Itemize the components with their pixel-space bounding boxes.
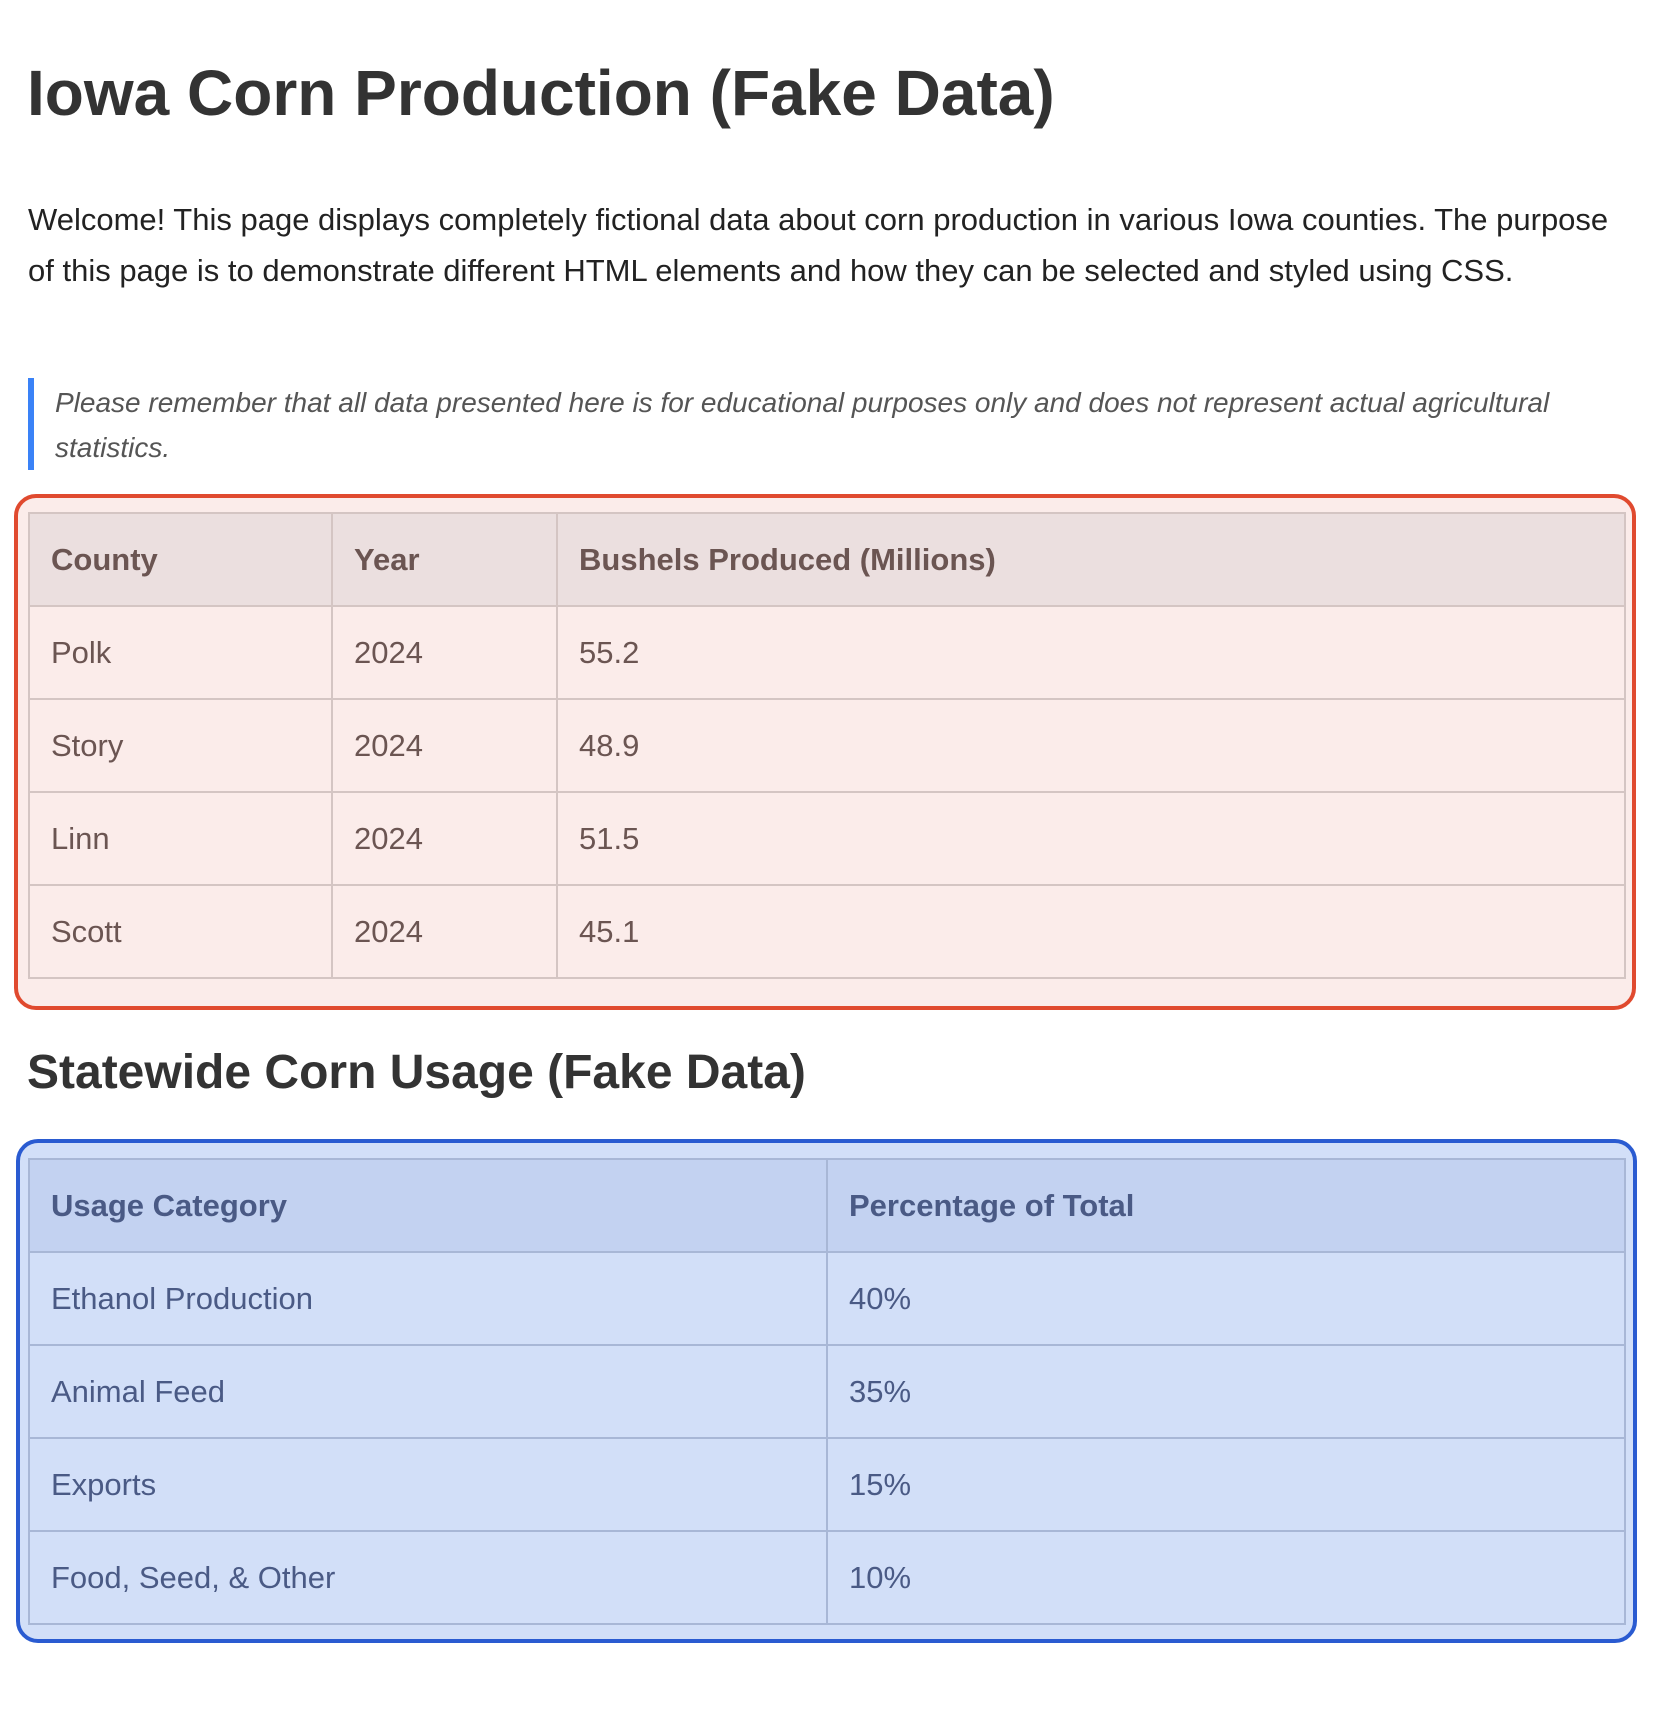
cell-year: 2024	[331, 605, 558, 700]
table-row: Animal Feed 35%	[28, 1344, 1626, 1439]
cell-bushels: 48.9	[556, 698, 1626, 793]
usage-table-container: Usage Category Percentage of Total Ethan…	[16, 1139, 1637, 1643]
table-row: Scott 2024 45.1	[28, 884, 1626, 979]
cell-county: Linn	[28, 791, 333, 886]
cell-percentage: 10%	[826, 1530, 1626, 1625]
usage-table: Usage Category Percentage of Total Ethan…	[28, 1158, 1626, 1625]
table-row: Ethanol Production 40%	[28, 1251, 1626, 1346]
column-header-usage-category: Usage Category	[28, 1158, 828, 1253]
column-header-year: Year	[331, 512, 558, 607]
column-header-percentage: Percentage of Total	[826, 1158, 1626, 1253]
column-header-county: County	[28, 512, 333, 607]
cell-percentage: 15%	[826, 1437, 1626, 1532]
cell-bushels: 55.2	[556, 605, 1626, 700]
production-table-container: County Year Bushels Produced (Millions) …	[14, 494, 1636, 1010]
intro-paragraph: Welcome! This page displays completely f…	[28, 202, 1609, 288]
cell-year: 2024	[331, 791, 558, 886]
cell-usage-category: Food, Seed, & Other	[28, 1530, 828, 1625]
table-header-row: County Year Bushels Produced (Millions)	[28, 512, 1626, 607]
table-row: Story 2024 48.9	[28, 698, 1626, 793]
disclaimer-blockquote: Please remember that all data presented …	[28, 378, 1608, 470]
disclaimer-text: Please remember that all data presented …	[55, 387, 1550, 463]
cell-county: Story	[28, 698, 333, 793]
cell-usage-category: Exports	[28, 1437, 828, 1532]
table-row: Linn 2024 51.5	[28, 791, 1626, 886]
cell-bushels: 45.1	[556, 884, 1626, 979]
column-header-bushels: Bushels Produced (Millions)	[556, 512, 1626, 607]
cell-county: Polk	[28, 605, 333, 700]
cell-year: 2024	[331, 884, 558, 979]
production-table: County Year Bushels Produced (Millions) …	[28, 512, 1626, 979]
table-row: Exports 15%	[28, 1437, 1626, 1532]
cell-usage-category: Animal Feed	[28, 1344, 828, 1439]
cell-bushels: 51.5	[556, 791, 1626, 886]
cell-usage-category: Ethanol Production	[28, 1251, 828, 1346]
cell-year: 2024	[331, 698, 558, 793]
table-row: Food, Seed, & Other 10%	[28, 1530, 1626, 1625]
table-row: Polk 2024 55.2	[28, 605, 1626, 700]
cell-county: Scott	[28, 884, 333, 979]
usage-section-title: Statewide Corn Usage (Fake Data)	[27, 1046, 806, 1099]
cell-percentage: 40%	[826, 1251, 1626, 1346]
table-header-row: Usage Category Percentage of Total	[28, 1158, 1626, 1253]
page: Iowa Corn Production (Fake Data) Welcome…	[0, 0, 1654, 1710]
page-title: Iowa Corn Production (Fake Data)	[27, 57, 1055, 129]
cell-percentage: 35%	[826, 1344, 1626, 1439]
